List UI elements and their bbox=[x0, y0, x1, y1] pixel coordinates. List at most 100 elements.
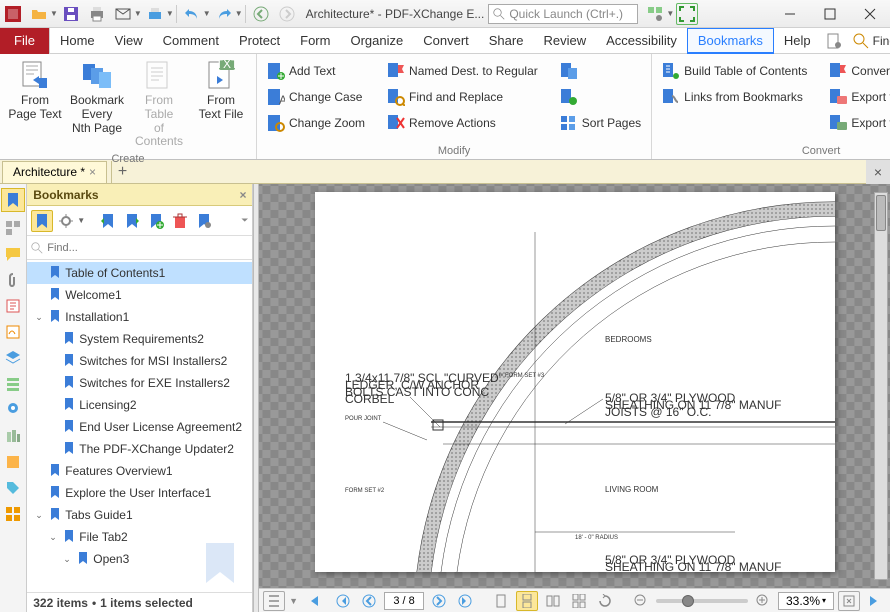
scrollbar-thumb[interactable] bbox=[876, 195, 886, 231]
sb-layout-continuous[interactable] bbox=[516, 591, 538, 611]
modify-extra2-button[interactable] bbox=[556, 84, 645, 110]
new-tab-button[interactable]: + bbox=[111, 161, 133, 183]
bm-tool-delete[interactable] bbox=[169, 210, 191, 232]
convert-named-dest-button[interactable]: Convert to Named Dest. bbox=[825, 58, 890, 84]
quick-launch-input[interactable]: Quick Launch (Ctrl+.) bbox=[488, 4, 638, 24]
bm-tool-properties[interactable] bbox=[193, 210, 215, 232]
email-icon[interactable] bbox=[112, 3, 134, 25]
zoom-slider-handle[interactable] bbox=[682, 595, 694, 607]
tab-close-icon[interactable]: × bbox=[89, 165, 96, 179]
change-case-button[interactable]: AaChange Case bbox=[263, 84, 369, 110]
scan-dropdown[interactable]: ▼ bbox=[166, 9, 174, 18]
menu-convert[interactable]: Convert bbox=[413, 28, 479, 54]
sort-pages-button[interactable]: Sort Pages bbox=[556, 110, 645, 136]
zoom-slider[interactable] bbox=[656, 599, 748, 603]
rail-content-icon[interactable] bbox=[3, 374, 23, 394]
undo-icon[interactable] bbox=[181, 3, 203, 25]
chevron-icon[interactable]: ⌄ bbox=[63, 554, 73, 565]
scan-icon[interactable] bbox=[144, 3, 166, 25]
bookmark-item[interactable]: ⌄Tabs Guide1 bbox=[27, 504, 252, 526]
bm-tool-new[interactable] bbox=[145, 210, 167, 232]
ui-options-dropdown[interactable]: ▼ bbox=[666, 9, 674, 18]
redo-icon[interactable] bbox=[213, 3, 235, 25]
bookmark-item[interactable]: Features Overview1 bbox=[27, 460, 252, 482]
bookmarks-find-input[interactable] bbox=[47, 242, 248, 254]
from-page-text-button[interactable]: From Page Text bbox=[6, 58, 64, 151]
save-icon[interactable] bbox=[60, 3, 82, 25]
rail-signatures-icon[interactable] bbox=[3, 322, 23, 342]
menu-organize[interactable]: Organize bbox=[340, 28, 413, 54]
document-canvas[interactable]: BEDROOMS LIVING ROOM 18' - 0" RADIUS 1 3… bbox=[259, 184, 890, 588]
sb-last[interactable] bbox=[454, 591, 476, 611]
redo-dropdown[interactable]: ▼ bbox=[235, 9, 243, 18]
export-html-button[interactable]: Export to HTML bbox=[825, 84, 890, 110]
export-text-button[interactable]: Export to Text File bbox=[825, 110, 890, 136]
modify-extra1-button[interactable] bbox=[556, 58, 645, 84]
find-button[interactable]: Find... bbox=[853, 33, 890, 49]
sb-rotate[interactable] bbox=[594, 591, 616, 611]
rail-destinations-icon[interactable] bbox=[3, 400, 23, 420]
sb-first[interactable] bbox=[332, 591, 354, 611]
bm-tool-options[interactable] bbox=[55, 210, 77, 232]
sb-prev[interactable] bbox=[358, 591, 380, 611]
bookmark-item[interactable]: Switches for EXE Installers2 bbox=[27, 372, 252, 394]
close-tabs-button[interactable]: × bbox=[866, 160, 890, 184]
bm-options-dropdown[interactable]: ▼ bbox=[77, 216, 85, 225]
menu-protect[interactable]: Protect bbox=[229, 28, 290, 54]
rail-thumbnails-icon[interactable] bbox=[3, 218, 23, 238]
menu-home[interactable]: Home bbox=[50, 28, 105, 54]
print-icon[interactable] bbox=[86, 3, 108, 25]
fullscreen-icon[interactable] bbox=[676, 3, 698, 25]
add-text-button[interactable]: Add Text bbox=[263, 58, 369, 84]
bookmark-item[interactable]: Welcome1 bbox=[27, 284, 252, 306]
sb-layout-facing[interactable] bbox=[542, 591, 564, 611]
menu-bookmarks[interactable]: Bookmarks bbox=[687, 28, 774, 54]
maximize-button[interactable] bbox=[810, 0, 850, 28]
rail-attachments-icon[interactable] bbox=[3, 270, 23, 290]
doc-properties-icon[interactable] bbox=[823, 30, 845, 52]
sb-zoom-out[interactable] bbox=[630, 591, 652, 611]
bookmark-item[interactable]: The PDF-XChange Updater2 bbox=[27, 438, 252, 460]
find-replace-button[interactable]: Find and Replace bbox=[383, 84, 542, 110]
nav-fwd-icon[interactable] bbox=[276, 3, 298, 25]
bookmarks-find[interactable] bbox=[27, 236, 252, 260]
bookmarks-close-icon[interactable]: × bbox=[239, 188, 246, 202]
bookmark-item[interactable]: Table of Contents1 bbox=[27, 262, 252, 284]
bm-tool-collapse[interactable] bbox=[121, 210, 143, 232]
bookmark-every-nth-button[interactable]: Bookmark Every Nth Page bbox=[68, 58, 126, 151]
minimize-button[interactable] bbox=[770, 0, 810, 28]
remove-actions-button[interactable]: Remove Actions bbox=[383, 110, 542, 136]
sb-next[interactable] bbox=[428, 591, 450, 611]
sb-first-page[interactable] bbox=[302, 591, 324, 611]
sb-options-icon[interactable] bbox=[263, 591, 285, 611]
named-dest-button[interactable]: Named Dest. to Regular bbox=[383, 58, 542, 84]
bookmark-item[interactable]: End User License Agreement2 bbox=[27, 416, 252, 438]
nav-back-icon[interactable] bbox=[250, 3, 272, 25]
rail-properties-icon[interactable] bbox=[3, 504, 23, 524]
rail-layers-icon[interactable] bbox=[3, 348, 23, 368]
rail-bookmarks-icon[interactable] bbox=[1, 188, 25, 212]
menu-comment[interactable]: Comment bbox=[153, 28, 229, 54]
rail-comments-icon[interactable] bbox=[3, 244, 23, 264]
page-input[interactable] bbox=[384, 592, 424, 610]
close-button[interactable] bbox=[850, 0, 890, 28]
from-text-file-button[interactable]: TXT From Text File bbox=[192, 58, 250, 151]
sb-fit[interactable] bbox=[838, 591, 860, 611]
open-icon[interactable] bbox=[28, 3, 50, 25]
bm-toolbar-overflow[interactable]: ⏷ bbox=[241, 215, 248, 226]
bookmarks-tree[interactable]: Table of Contents1Welcome1⌄Installation1… bbox=[27, 260, 252, 592]
menu-accessibility[interactable]: Accessibility bbox=[596, 28, 687, 54]
menu-help[interactable]: Help bbox=[774, 28, 821, 54]
ui-options-icon[interactable] bbox=[644, 3, 666, 25]
zoom-value[interactable]: 33.3%▾ bbox=[778, 592, 834, 610]
sb-layout-facing-cont[interactable] bbox=[568, 591, 590, 611]
email-dropdown[interactable]: ▼ bbox=[134, 9, 142, 18]
bookmark-item[interactable]: ⌄Installation1 bbox=[27, 306, 252, 328]
file-menu[interactable]: File bbox=[0, 28, 50, 54]
chevron-icon[interactable]: ⌄ bbox=[49, 532, 59, 543]
menu-share[interactable]: Share bbox=[479, 28, 534, 54]
bookmark-item[interactable]: System Requirements2 bbox=[27, 328, 252, 350]
rail-links-icon[interactable] bbox=[3, 452, 23, 472]
rail-tags-icon[interactable] bbox=[3, 478, 23, 498]
bm-tool-bookmark[interactable] bbox=[31, 210, 53, 232]
